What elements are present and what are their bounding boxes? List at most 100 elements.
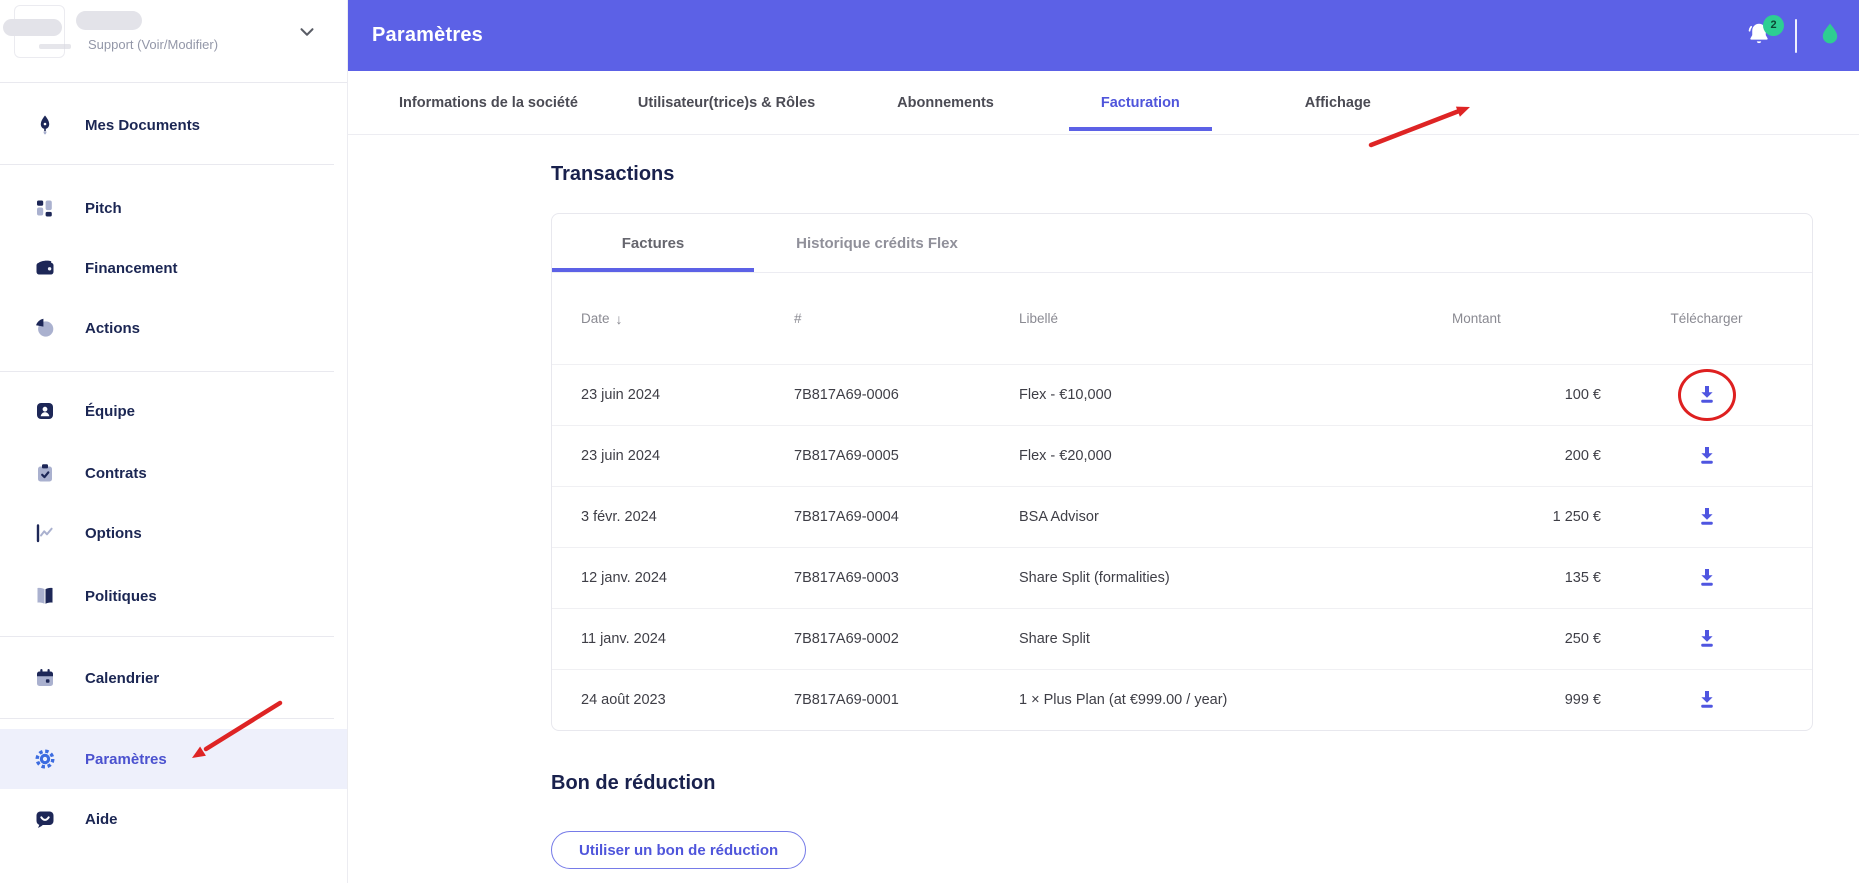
download-icon bbox=[1700, 447, 1713, 464]
sidebar-divider bbox=[0, 718, 334, 719]
main-area: Paramètres 2 Informations de la société … bbox=[348, 0, 1859, 883]
sidebar-item-label: Calendrier bbox=[85, 669, 160, 687]
coupon-section-title: Bon de réduction bbox=[551, 772, 716, 794]
sidebar-item-options[interactable]: Options bbox=[0, 503, 347, 563]
cell-label: Share Split bbox=[1019, 631, 1090, 647]
sidebar-item-label: Pitch bbox=[85, 199, 122, 217]
droplet-icon bbox=[1822, 23, 1838, 43]
cell-date: 3 févr. 2024 bbox=[581, 509, 657, 525]
gear-icon bbox=[33, 747, 57, 771]
invoice-table-header: Date ↓ # Libellé Montant Télécharger bbox=[552, 273, 1812, 364]
cell-date: 11 janv. 2024 bbox=[581, 631, 666, 647]
cell-label: BSA Advisor bbox=[1019, 509, 1099, 525]
tab-facturation[interactable]: Facturation bbox=[1068, 71, 1212, 134]
sidebar-item-equipe[interactable]: Équipe bbox=[0, 381, 347, 441]
column-header-number: # bbox=[794, 311, 802, 326]
column-header-libelle: Libellé bbox=[1019, 311, 1059, 326]
download-invoice-button[interactable] bbox=[1694, 565, 1720, 591]
page-title: Paramètres bbox=[372, 24, 483, 46]
download-invoice-button[interactable] bbox=[1694, 687, 1720, 713]
facturation-content: Transactions Factures Historique crédits… bbox=[348, 161, 1859, 869]
cell-amount: 100 € bbox=[1564, 387, 1601, 403]
tab-affichage[interactable]: Affichage bbox=[1305, 71, 1371, 134]
cell-number: 7B817A69-0005 bbox=[794, 448, 899, 464]
table-row: 12 janv. 2024 7B817A69-0003 Share Split … bbox=[552, 547, 1812, 608]
sidebar-item-label: Mes Documents bbox=[85, 116, 201, 134]
pen-nib-icon bbox=[33, 113, 57, 137]
cell-amount: 200 € bbox=[1564, 448, 1601, 464]
notifications-button[interactable]: 2 bbox=[1745, 14, 1784, 52]
cell-number: 7B817A69-0002 bbox=[794, 631, 899, 647]
download-invoice-button[interactable] bbox=[1694, 443, 1720, 469]
download-invoice-button[interactable] bbox=[1694, 382, 1720, 408]
cell-number: 7B817A69-0004 bbox=[794, 509, 899, 525]
sidebar-item-label: Paramètres bbox=[85, 750, 167, 768]
transactions-title: Transactions bbox=[551, 163, 675, 185]
cell-label: Share Split (formalities) bbox=[1019, 570, 1170, 586]
chat-smile-icon bbox=[33, 807, 57, 831]
droplet-status-button[interactable] bbox=[1817, 21, 1843, 51]
pitch-grid-icon bbox=[33, 196, 57, 220]
sidebar: Support (Voir/Modifier) Mes Documents Pi… bbox=[0, 0, 348, 883]
sidebar-divider bbox=[0, 371, 334, 372]
cell-amount: 1 250 € bbox=[1552, 509, 1601, 525]
sidebar-item-label: Financement bbox=[85, 259, 178, 277]
tab-factures[interactable]: Factures bbox=[552, 214, 754, 272]
download-invoice-button[interactable] bbox=[1694, 504, 1720, 530]
workspace-selector[interactable]: Support (Voir/Modifier) bbox=[0, 0, 347, 83]
chevron-down-icon[interactable] bbox=[296, 21, 318, 43]
sidebar-item-politiques[interactable]: Politiques bbox=[0, 566, 347, 626]
transactions-card-tabs: Factures Historique crédits Flex bbox=[552, 214, 1812, 273]
redacted-company-pill bbox=[76, 11, 142, 30]
use-coupon-button[interactable]: Utiliser un bon de réduction bbox=[551, 831, 807, 869]
cell-number: 7B817A69-0003 bbox=[794, 570, 899, 586]
column-header-telecharger: Télécharger bbox=[1670, 311, 1743, 326]
tab-historique-credits-flex[interactable]: Historique crédits Flex bbox=[754, 214, 1000, 272]
clipboard-check-icon bbox=[33, 461, 57, 485]
column-header-montant: Montant bbox=[1452, 311, 1501, 326]
sidebar-item-mes-documents[interactable]: Mes Documents bbox=[0, 95, 347, 155]
cell-label: 1 × Plus Plan (at €999.00 / year) bbox=[1019, 692, 1228, 708]
cell-amount: 250 € bbox=[1564, 631, 1601, 647]
transactions-card: Factures Historique crédits Flex Date ↓ … bbox=[551, 213, 1813, 731]
sidebar-item-pitch[interactable]: Pitch bbox=[0, 178, 347, 238]
sidebar-item-label: Options bbox=[85, 524, 142, 542]
sort-descending-icon: ↓ bbox=[615, 310, 623, 327]
tab-utilisateurs-roles[interactable]: Utilisateur(trice)s & Rôles bbox=[638, 71, 815, 134]
table-row: 23 juin 2024 7B817A69-0006 Flex - €10,00… bbox=[552, 364, 1812, 425]
cell-date: 12 janv. 2024 bbox=[581, 570, 667, 586]
download-icon bbox=[1700, 386, 1713, 403]
cell-date: 23 juin 2024 bbox=[581, 448, 661, 464]
sidebar-item-contrats[interactable]: Contrats bbox=[0, 443, 347, 503]
sidebar-item-label: Politiques bbox=[85, 587, 157, 605]
sidebar-item-aide[interactable]: Aide bbox=[0, 789, 347, 849]
tab-abonnements[interactable]: Abonnements bbox=[897, 71, 994, 134]
topbar-actions: 2 bbox=[1745, 14, 1843, 53]
tab-informations-societe[interactable]: Informations de la société bbox=[399, 71, 578, 134]
line-chart-icon bbox=[33, 521, 57, 545]
table-row: 23 juin 2024 7B817A69-0005 Flex - €20,00… bbox=[552, 425, 1812, 486]
sidebar-item-calendrier[interactable]: Calendrier bbox=[0, 648, 347, 708]
settings-tabs: Informations de la société Utilisateur(t… bbox=[348, 71, 1859, 135]
sidebar-item-parametres[interactable]: Paramètres bbox=[0, 729, 347, 789]
support-label: Support (Voir/Modifier) bbox=[88, 37, 219, 52]
cell-amount: 135 € bbox=[1564, 570, 1601, 586]
sidebar-item-label: Contrats bbox=[85, 464, 147, 482]
sidebar-item-label: Aide bbox=[85, 810, 118, 828]
column-header-date[interactable]: Date ↓ bbox=[581, 311, 794, 327]
sidebar-item-financement[interactable]: Financement bbox=[0, 238, 347, 298]
wallet-icon bbox=[33, 256, 57, 280]
download-icon bbox=[1700, 569, 1713, 586]
date-header-label: Date bbox=[581, 311, 610, 326]
download-invoice-button[interactable] bbox=[1694, 626, 1720, 652]
download-icon bbox=[1700, 630, 1713, 647]
topbar-divider bbox=[1795, 18, 1797, 53]
sidebar-item-actions[interactable]: Actions bbox=[0, 298, 347, 358]
company-logo-text-redacted bbox=[39, 44, 71, 49]
open-book-icon bbox=[33, 584, 57, 608]
cell-label: Flex - €20,000 bbox=[1019, 448, 1112, 464]
sidebar-divider bbox=[0, 636, 334, 637]
sidebar-item-label: Équipe bbox=[85, 402, 136, 420]
cell-date: 24 août 2023 bbox=[581, 692, 666, 708]
person-badge-icon bbox=[33, 399, 57, 423]
